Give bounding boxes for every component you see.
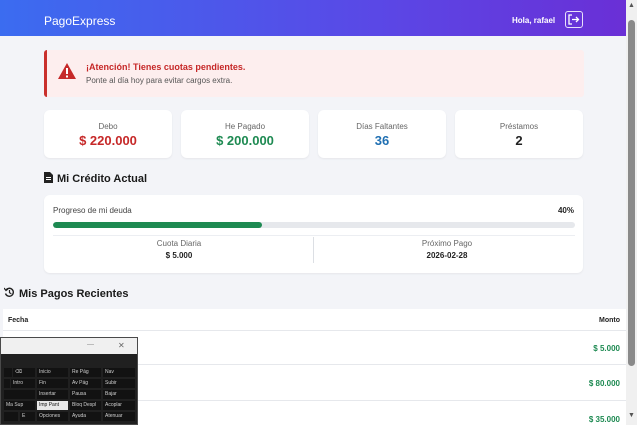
osk-key-ayuda[interactable]: Ayuda xyxy=(70,412,101,421)
logout-icon xyxy=(568,14,580,25)
document-icon xyxy=(44,172,53,183)
minimize-icon[interactable]: — xyxy=(87,341,94,348)
scrollbar-thumb[interactable] xyxy=(628,20,635,366)
payments-title-text: Mis Pagos Recientes xyxy=(19,288,129,300)
progress-percent: 40% xyxy=(557,206,574,215)
stat-card-dias-faltantes: Días Faltantes 36 xyxy=(318,110,446,158)
top-navbar: PagoExpress Hola, rafael xyxy=(0,0,626,36)
table-row-amount: $ 5.000 xyxy=(593,344,620,353)
proximo-pago: Próximo Pago 2026-02-28 xyxy=(317,237,577,267)
osk-key-ma-sup[interactable]: Ma Sup xyxy=(4,401,35,410)
osk-key-inicio[interactable]: Inicio xyxy=(37,368,68,377)
credit-section-title: Mi Crédito Actual xyxy=(44,172,147,185)
divider xyxy=(53,235,575,236)
osk-key-bloq-despl[interactable]: Bloq Despl xyxy=(70,401,101,410)
osk-key-intro[interactable]: Intro xyxy=(11,379,35,388)
osk-key-opciones[interactable]: Opciones xyxy=(37,412,68,421)
debt-progress-fill xyxy=(53,222,262,228)
debt-progress-bar xyxy=(53,222,575,228)
history-icon xyxy=(4,287,14,297)
osk-key-backspace[interactable]: ⌫ xyxy=(13,368,35,377)
keyboard-titlebar[interactable]: — ✕ xyxy=(1,338,137,354)
column-header-fecha[interactable]: Fecha xyxy=(8,317,28,324)
table-row-amount: $ 80.000 xyxy=(588,379,620,388)
column-header-monto[interactable]: Monto xyxy=(599,317,620,324)
progress-label: Progreso de mi deuda xyxy=(53,206,132,215)
osk-key-pausa[interactable]: Pausa xyxy=(70,390,101,399)
stat-label: Debo xyxy=(98,122,118,131)
scroll-up-icon[interactable]: ▲ xyxy=(628,2,635,9)
osk-key-blank[interactable] xyxy=(4,390,35,399)
osk-key-subir[interactable]: Subir xyxy=(103,379,135,388)
osk-key-imp-pant[interactable]: Imp Pant xyxy=(37,401,68,410)
osk-key-tab[interactable] xyxy=(4,368,12,377)
osk-key-arrow[interactable] xyxy=(4,379,10,388)
scroll-down-icon[interactable]: ▼ xyxy=(628,412,635,419)
osk-key-insertar[interactable]: Insertar xyxy=(37,390,68,399)
alert-text: Ponte al día hoy para evitar cargos extr… xyxy=(86,76,233,85)
osk-key-e[interactable]: E xyxy=(20,412,35,421)
stat-value: $ 220.000 xyxy=(79,133,137,148)
credit-title-text: Mi Crédito Actual xyxy=(57,173,148,185)
cuota-label: Cuota Diaria xyxy=(156,239,202,248)
osk-key-bajar[interactable]: Bajar xyxy=(103,390,135,399)
close-icon[interactable]: ✕ xyxy=(118,341,125,350)
cuota-value: $ 5.000 xyxy=(165,251,193,260)
stat-label: Préstamos xyxy=(499,122,539,131)
stat-value: $ 200.000 xyxy=(216,133,274,148)
table-row-amount: $ 35.000 xyxy=(588,415,620,424)
stat-card-debo: Debo $ 220.000 xyxy=(44,110,172,158)
stat-value: 2 xyxy=(515,133,523,148)
cuota-diaria: Cuota Diaria $ 5.000 xyxy=(49,237,309,267)
osk-key-acoplar[interactable]: Acoplar xyxy=(103,401,135,410)
divider xyxy=(313,237,314,263)
stat-card-he-pagado: He Pagado $ 200.000 xyxy=(181,110,309,158)
stat-label: He Pagado xyxy=(224,122,266,131)
osk-key-av-pag[interactable]: Av Pág xyxy=(70,379,101,388)
proximo-label: Próximo Pago xyxy=(421,239,473,248)
payments-section-title: Mis Pagos Recientes xyxy=(4,287,128,300)
osk-key-re-pag[interactable]: Re Pág xyxy=(70,368,101,377)
proximo-value: 2026-02-28 xyxy=(426,251,468,260)
logout-button[interactable] xyxy=(565,11,583,28)
stat-value: 36 xyxy=(374,133,390,148)
page-scrollbar[interactable]: ▲ ▼ xyxy=(626,0,637,425)
on-screen-keyboard: — ✕ ⌫ Inicio Re Pág Nav Intro Fin Av Pág… xyxy=(0,337,138,425)
divider xyxy=(3,330,626,331)
warning-icon xyxy=(58,63,76,79)
osk-key-nav[interactable]: Nav xyxy=(103,368,135,377)
alert-title: ¡Atención! Tienes cuotas pendientes. xyxy=(86,62,246,72)
osk-key-atenuar[interactable]: Atenuar xyxy=(103,412,135,421)
credit-card: Progreso de mi deuda 40% Cuota Diaria $ … xyxy=(44,195,583,273)
stat-label: Días Faltantes xyxy=(356,122,408,131)
osk-key-arrows[interactable] xyxy=(4,412,18,421)
user-greeting: Hola, rafael xyxy=(512,16,556,25)
brand-logo-text[interactable]: PagoExpress xyxy=(44,14,115,28)
osk-key-fin[interactable]: Fin xyxy=(37,379,68,388)
stat-card-prestamos: Préstamos 2 xyxy=(455,110,583,158)
pending-installments-alert: ¡Atención! Tienes cuotas pendientes. Pon… xyxy=(44,50,584,97)
